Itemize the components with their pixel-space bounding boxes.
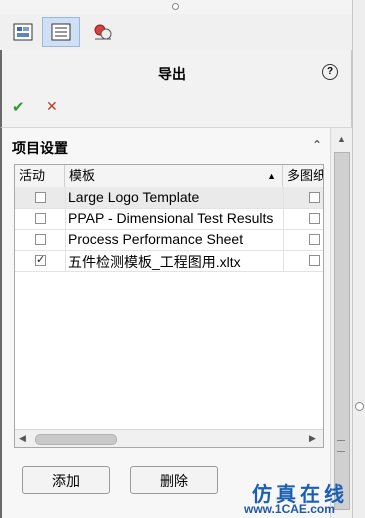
scroll-left-icon[interactable]: ◀ xyxy=(19,433,26,444)
active-checkbox[interactable]: ✓ xyxy=(35,255,46,266)
project-settings-section: 项目设置 ⌃ 活动 模板 ▲ 多图纸 Large Logo Template PP… xyxy=(0,128,330,518)
template-name: 五件检测模板_工程图用.xltx xyxy=(68,254,241,270)
tab-feature-manager[interactable] xyxy=(4,17,42,47)
top-strip xyxy=(0,0,353,14)
scroll-up-icon[interactable]: ▲ xyxy=(337,134,346,144)
column-header-multi-sheet[interactable]: 多图纸 xyxy=(283,165,323,187)
column-header-active[interactable]: 活动 xyxy=(15,165,65,187)
graphics-area-edge xyxy=(352,0,365,518)
column-divider xyxy=(65,250,66,271)
column-divider xyxy=(65,229,66,250)
multi-sheet-checkbox[interactable] xyxy=(309,213,320,224)
scroll-grip-icon xyxy=(337,440,345,452)
splitter-grip-icon[interactable] xyxy=(172,3,179,10)
active-checkbox[interactable] xyxy=(35,234,46,245)
column-header-template-label: 模板 xyxy=(69,168,96,183)
sort-ascending-icon: ▲ xyxy=(267,171,276,181)
table-row[interactable]: Process Performance Sheet xyxy=(15,229,323,251)
column-divider xyxy=(283,250,284,271)
property-manager-icon xyxy=(51,23,71,41)
help-icon[interactable]: ? xyxy=(322,64,338,80)
feature-tree-icon xyxy=(13,23,33,41)
table-header: 活动 模板 ▲ 多图纸 xyxy=(15,165,323,188)
column-header-template[interactable]: 模板 ▲ xyxy=(65,165,283,187)
template-name: Large Logo Template xyxy=(68,189,200,205)
column-divider xyxy=(283,187,284,208)
tab-configuration-manager[interactable] xyxy=(84,17,122,47)
configuration-manager-icon xyxy=(94,24,112,40)
template-table: 活动 模板 ▲ 多图纸 Large Logo Template PPAP - Di… xyxy=(14,164,324,448)
section-title: 项目设置 xyxy=(12,140,68,156)
tab-property-manager[interactable] xyxy=(42,17,80,47)
add-button[interactable]: 添加 xyxy=(22,466,110,494)
column-divider xyxy=(283,229,284,250)
multi-sheet-checkbox[interactable] xyxy=(309,192,320,203)
column-divider xyxy=(283,208,284,229)
column-divider xyxy=(65,208,66,229)
splitter-grip-icon[interactable] xyxy=(355,402,364,411)
collapse-icon[interactable]: ⌃ xyxy=(312,138,322,152)
property-manager-header: 导出 ? ✔ ✕ xyxy=(0,50,352,128)
vertical-scroll-thumb[interactable] xyxy=(334,152,350,510)
ok-button[interactable]: ✔ xyxy=(12,98,25,116)
template-name: Process Performance Sheet xyxy=(68,231,244,247)
watermark-url: www.1CAE.com xyxy=(244,502,335,516)
delete-button[interactable]: 删除 xyxy=(130,466,218,494)
cancel-button[interactable]: ✕ xyxy=(46,98,58,115)
active-checkbox[interactable] xyxy=(35,192,46,203)
multi-sheet-checkbox[interactable] xyxy=(309,234,320,245)
table-row[interactable]: ✓ 五件检测模板_工程图用.xltx xyxy=(15,250,323,272)
table-row[interactable]: PPAP - Dimensional Test Results xyxy=(15,208,323,230)
column-divider xyxy=(65,187,66,208)
multi-sheet-checkbox[interactable] xyxy=(309,255,320,266)
horizontal-scroll-thumb[interactable] xyxy=(35,434,117,445)
manager-tab-bar xyxy=(0,14,353,51)
page-title: 导出 xyxy=(158,66,186,82)
vertical-scrollbar[interactable]: ▲ xyxy=(330,128,353,518)
scroll-right-icon[interactable]: ▶ xyxy=(309,433,316,444)
horizontal-scrollbar[interactable]: ◀ ▶ xyxy=(15,429,323,447)
table-row[interactable]: Large Logo Template xyxy=(15,187,323,209)
template-name: PPAP - Dimensional Test Results xyxy=(68,210,274,226)
active-checkbox[interactable] xyxy=(35,213,46,224)
